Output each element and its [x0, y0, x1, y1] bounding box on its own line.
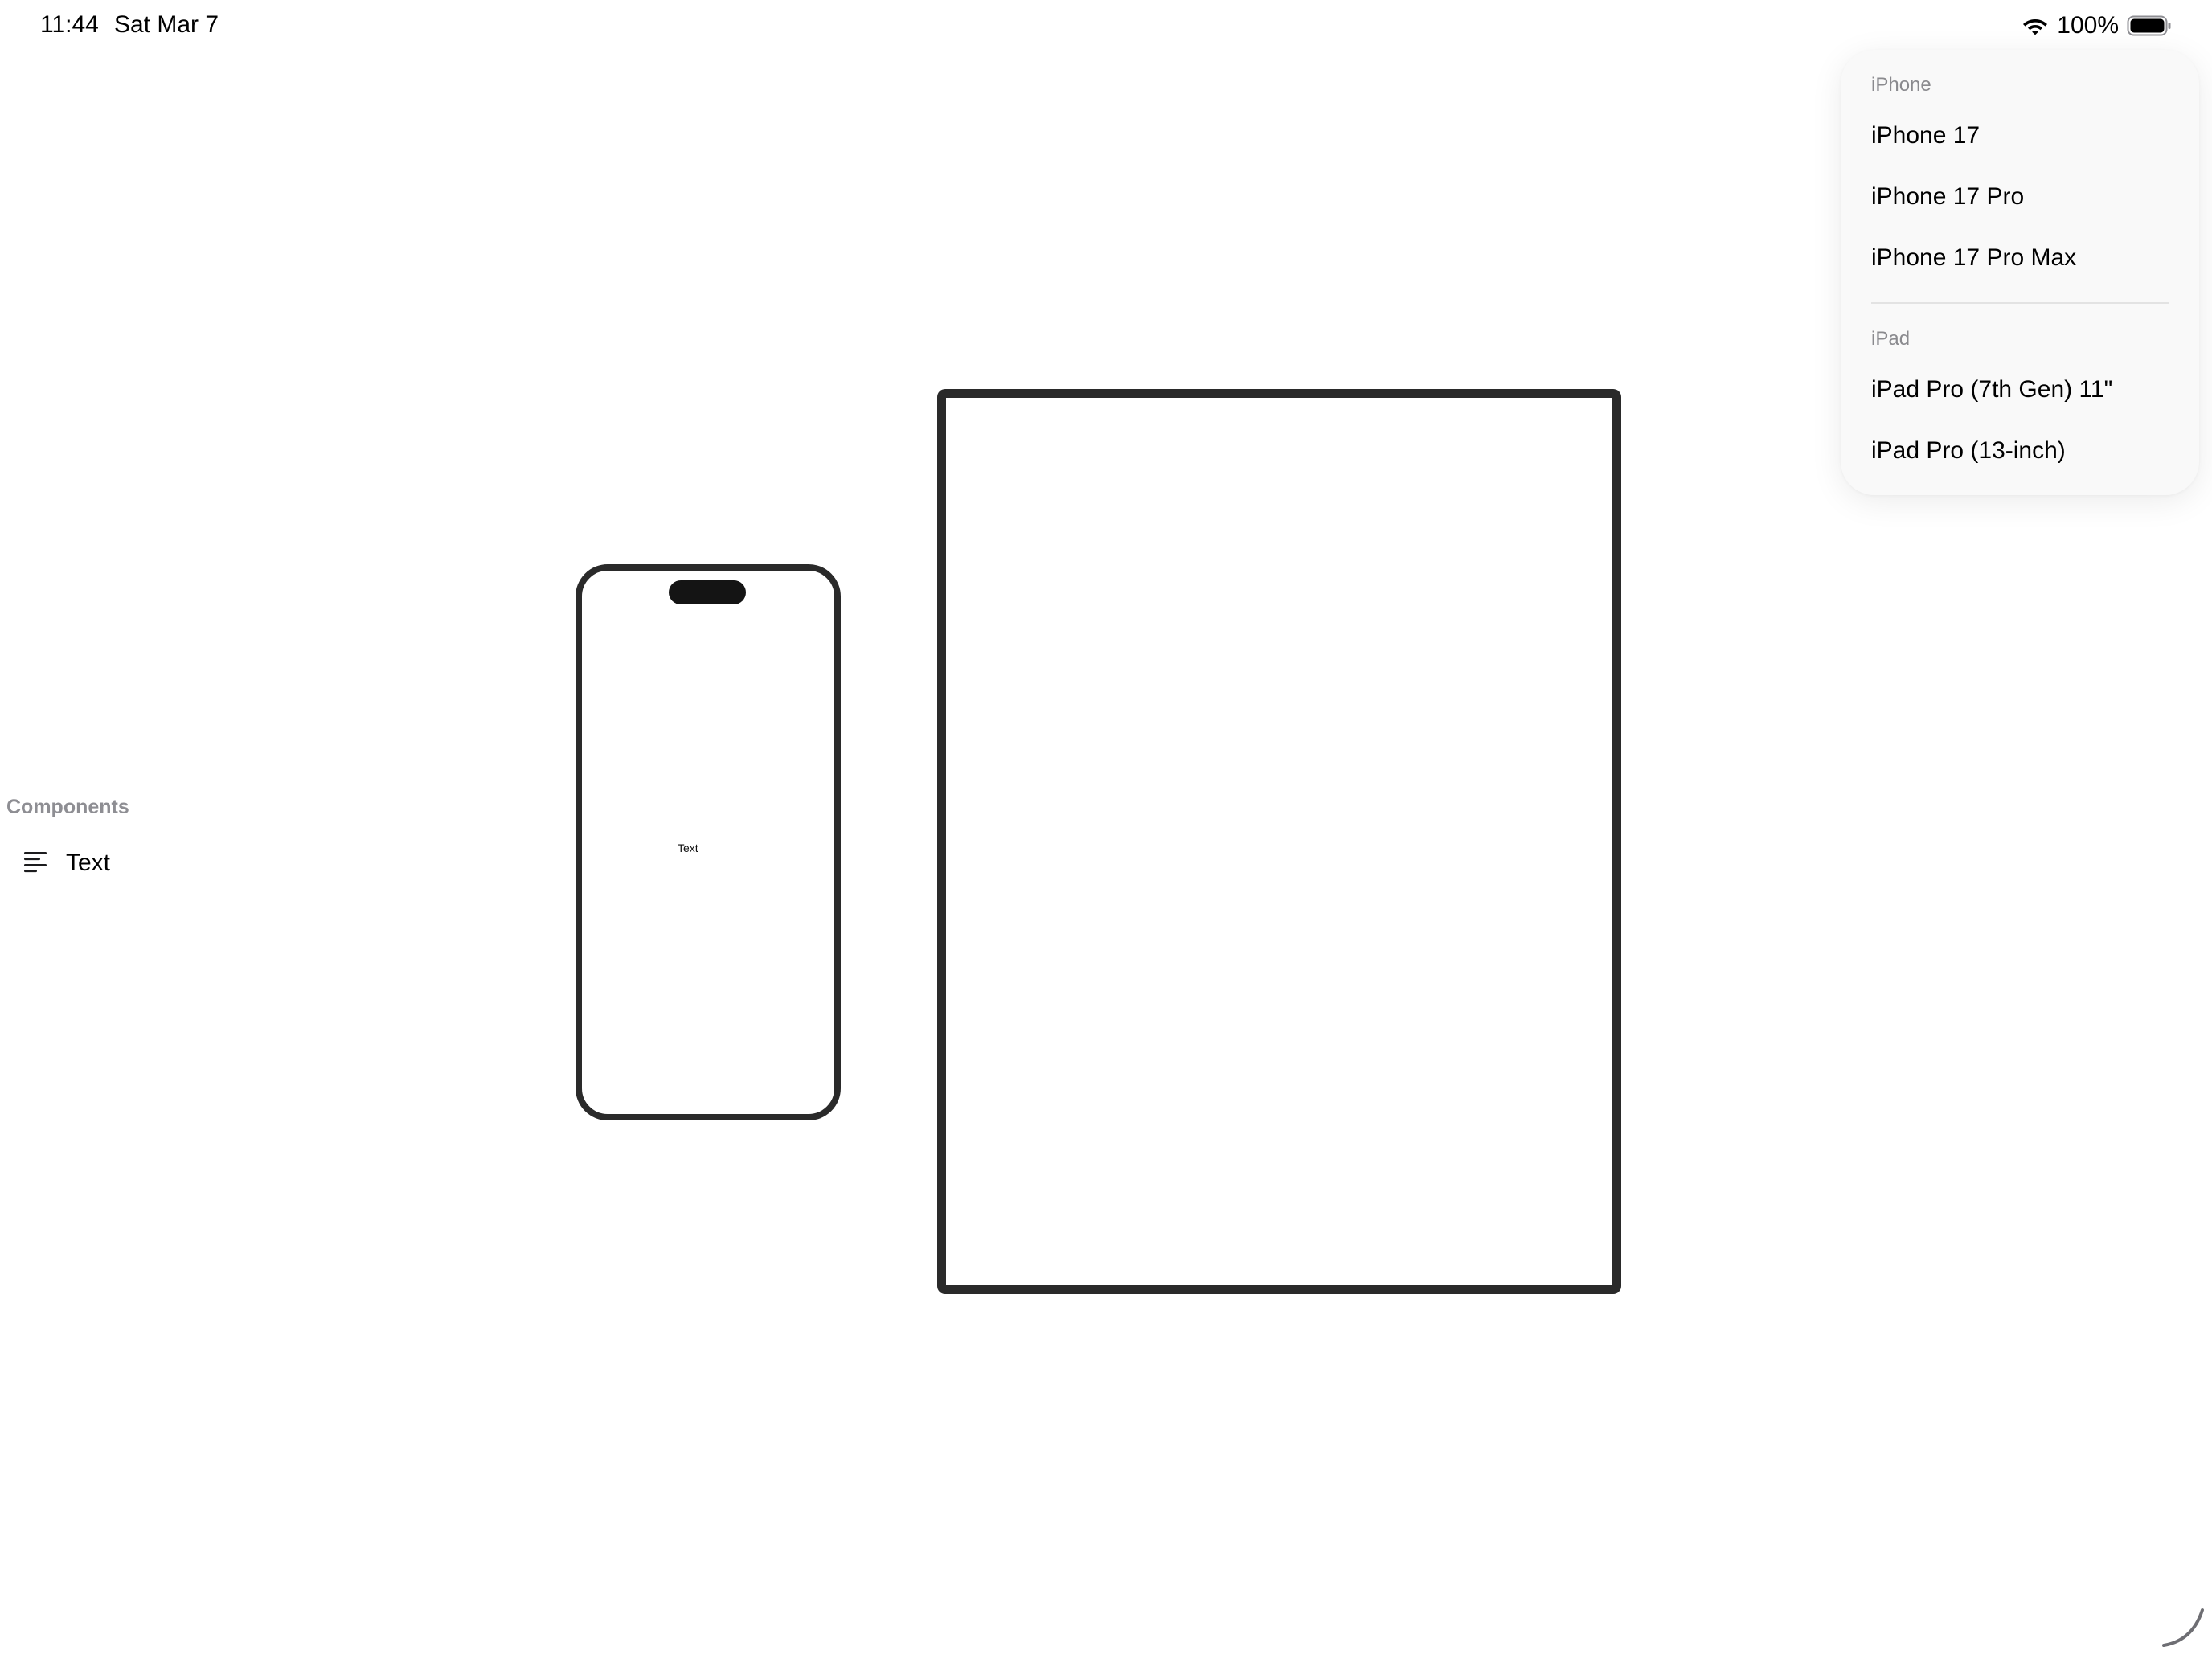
- component-item-label: Text: [66, 850, 111, 876]
- corner-resize-icon: [2161, 1604, 2206, 1653]
- battery-icon: [2127, 15, 2172, 36]
- status-time: 11:44: [40, 11, 99, 38]
- device-picker-menu: iPhone iPhone 17 iPhone 17 Pro iPhone 17…: [1841, 50, 2199, 495]
- iphone-device-frame[interactable]: [576, 564, 841, 1120]
- components-section-title: Components: [6, 796, 129, 818]
- iphone-text-component[interactable]: Text: [678, 842, 698, 854]
- menu-item-ipad-pro-11[interactable]: iPad Pro (7th Gen) 11": [1871, 376, 2112, 403]
- menu-section-iphone-title: iPhone: [1871, 74, 1931, 96]
- dynamic-island: [669, 580, 746, 604]
- status-date: Sat Mar 7: [114, 11, 219, 38]
- menu-item-ipad-pro-13[interactable]: iPad Pro (13-inch): [1871, 437, 2066, 465]
- battery-percent: 100%: [2057, 12, 2119, 39]
- menu-item-iphone-17[interactable]: iPhone 17: [1871, 122, 1980, 150]
- component-item-text[interactable]: Text: [23, 846, 110, 881]
- status-indicators: 100%: [2022, 10, 2172, 42]
- app-screen: 11:44 Sat Mar 7 100% Components Text Tex…: [0, 0, 2212, 1659]
- menu-item-iphone-17-pro[interactable]: iPhone 17 Pro: [1871, 183, 2024, 211]
- wifi-icon: [2022, 15, 2049, 36]
- text-align-left-icon: [23, 850, 50, 878]
- menu-section-ipad-title: iPad: [1871, 328, 1911, 350]
- menu-divider: [1871, 302, 2169, 304]
- ipad-device-frame[interactable]: [937, 389, 1621, 1294]
- menu-item-iphone-17-pro-max[interactable]: iPhone 17 Pro Max: [1871, 244, 2076, 272]
